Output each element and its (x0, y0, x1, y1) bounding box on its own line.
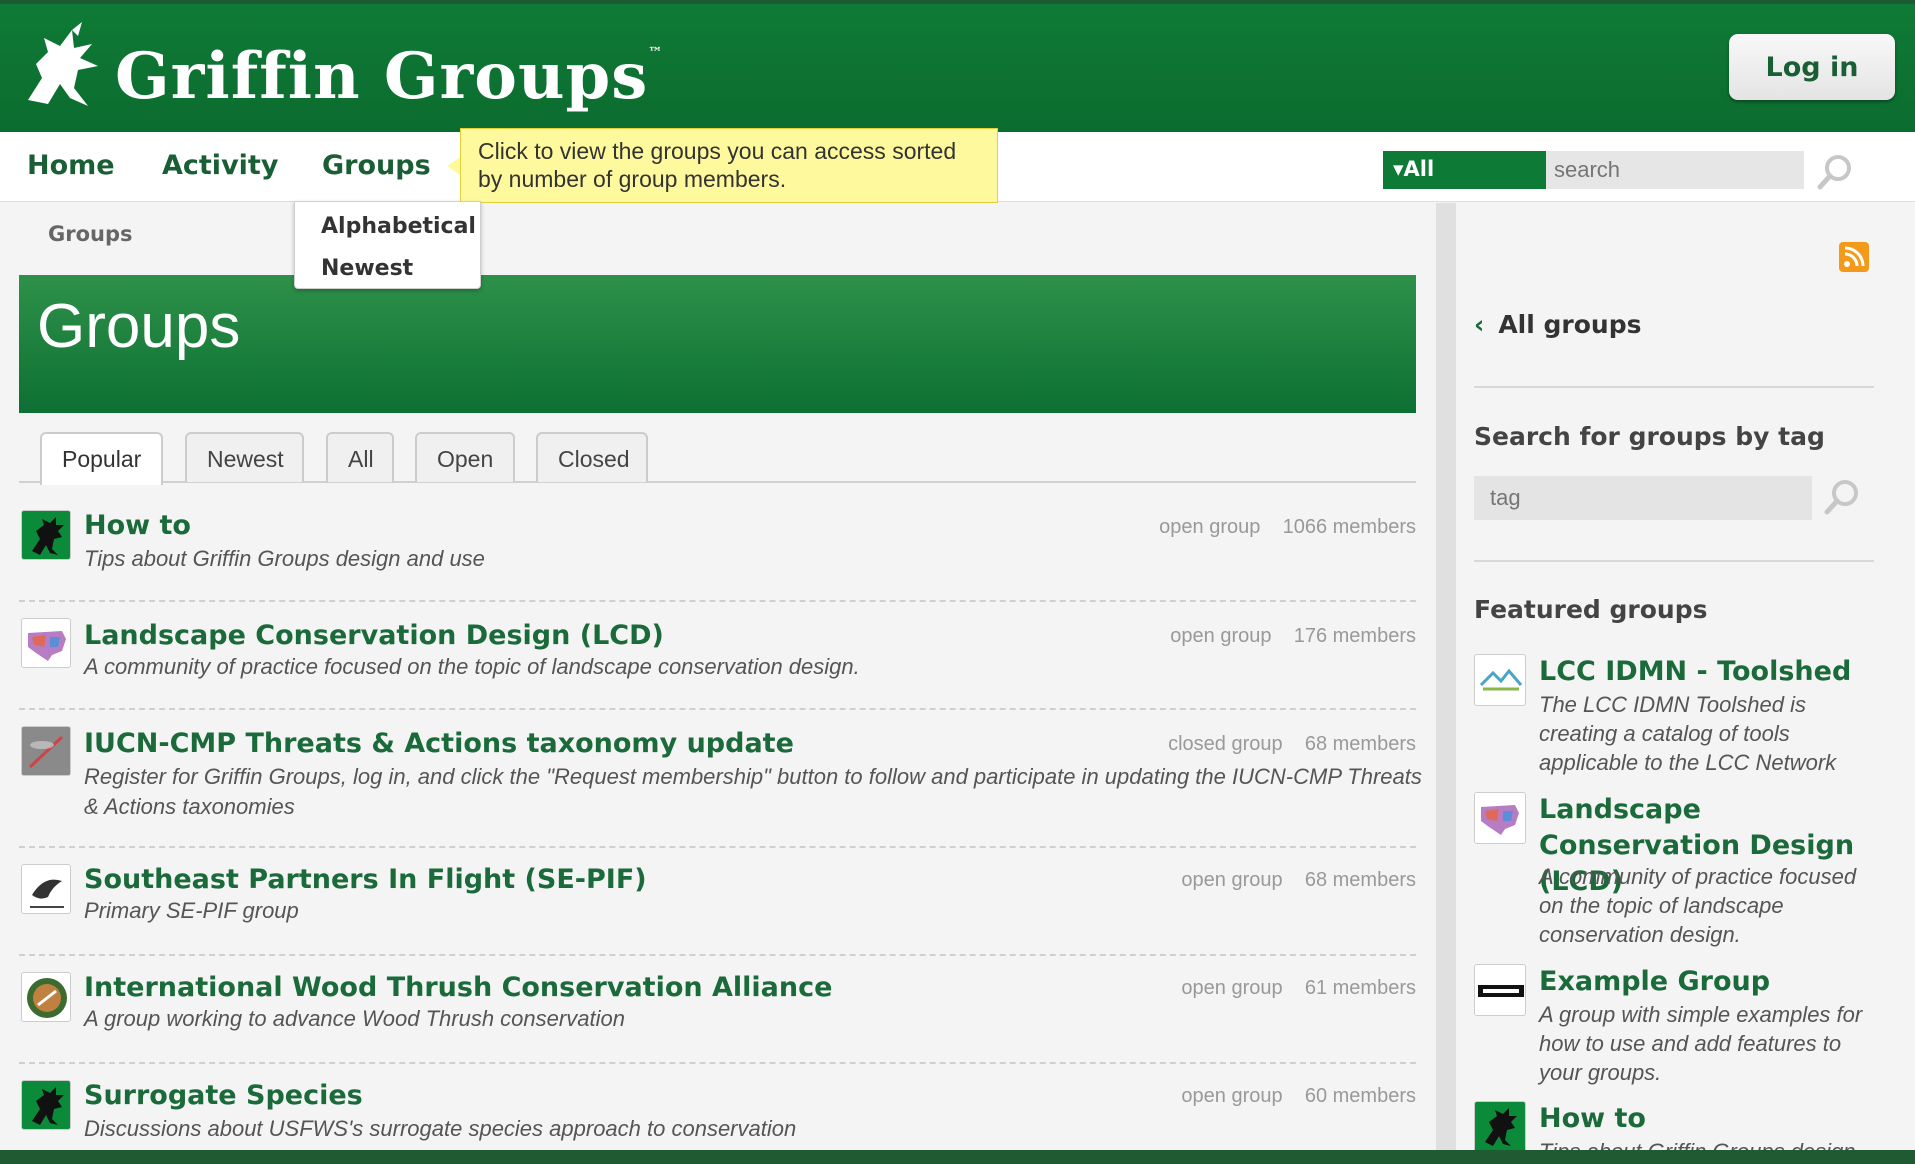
search-scope-select[interactable]: ▾All (1383, 151, 1546, 189)
group-desc: Tips about Griffin Groups design and use (84, 546, 485, 571)
page-title-bar: Groups (19, 275, 1416, 413)
featured-group-name[interactable]: How to (1539, 1101, 1879, 1137)
group-name[interactable]: Southeast Partners In Flight (SE-PIF) (84, 864, 647, 895)
group-status: open group (1170, 625, 1272, 647)
griffin-logo-icon (28, 21, 98, 106)
group-row: How to Tips about Griffin Groups design … (19, 510, 1416, 602)
group-members: 61 members (1304, 977, 1416, 999)
tab-all[interactable]: All (326, 432, 394, 482)
site-logo[interactable]: Griffin Groups™ (8, 10, 663, 125)
group-name[interactable]: How to (84, 510, 191, 541)
group-members: 68 members (1304, 733, 1416, 755)
group-desc: Primary SE-PIF group (84, 898, 299, 923)
all-groups-link[interactable]: ‹ All groups (1474, 310, 1641, 339)
featured-groups-heading: Featured groups (1474, 595, 1708, 624)
group-meta: open group 176 members (1170, 625, 1416, 648)
search-input[interactable] (1546, 151, 1804, 189)
group-status: closed group (1168, 733, 1283, 755)
groups-tooltip: Click to view the groups you can access … (460, 128, 998, 203)
featured-group-item: LCC IDMN - Toolshed The LCC IDMN Toolshe… (1474, 654, 1884, 784)
featured-group-desc: The LCC IDMN Toolshed is creating a cata… (1539, 692, 1837, 775)
featured-group-item: Example Group A group with simple exampl… (1474, 964, 1884, 1094)
mountains-logo-icon[interactable] (1474, 654, 1526, 706)
group-meta: open group 60 members (1181, 1085, 1416, 1108)
tab-open[interactable]: Open (415, 432, 515, 482)
featured-group-name[interactable]: LCC IDMN - Toolshed (1539, 654, 1879, 690)
group-name[interactable]: International Wood Thrush Conservation A… (84, 972, 832, 1003)
dragonfly-icon[interactable] (21, 726, 71, 776)
group-members: 1066 members (1282, 516, 1416, 538)
group-meta: closed group 68 members (1168, 733, 1416, 756)
login-button[interactable]: Log in (1729, 34, 1895, 100)
sidebar-divider (1474, 386, 1874, 388)
group-members: 68 members (1304, 869, 1416, 891)
group-status: open group (1159, 516, 1261, 538)
tab-closed[interactable]: Closed (536, 432, 648, 482)
groups-dropdown-menu: Alphabetical Newest (294, 201, 481, 289)
group-row: Surrogate Species Discussions about USFW… (19, 1080, 1416, 1160)
featured-group-name[interactable]: Example Group (1539, 964, 1879, 1000)
search-icon[interactable] (1815, 152, 1855, 192)
page-title: Groups (37, 292, 241, 361)
logo-text: Griffin Groups™ (115, 39, 664, 114)
column-divider (1436, 203, 1456, 1164)
group-name[interactable]: IUCN-CMP Threats & Actions taxonomy upda… (84, 728, 794, 759)
griffin-icon[interactable] (1474, 1101, 1526, 1150)
group-name[interactable]: Landscape Conservation Design (LCD) (84, 620, 664, 651)
site-header: Griffin Groups™ Log in (0, 0, 1915, 132)
featured-group-item: Landscape Conservation Design (LCD) A co… (1474, 792, 1884, 952)
breadcrumb[interactable]: Groups (48, 222, 133, 246)
tag-search-input[interactable] (1474, 476, 1812, 520)
tag-search-heading: Search for groups by tag (1474, 422, 1825, 451)
group-desc: Discussions about USFWS's surrogate spec… (84, 1116, 797, 1141)
search-icon[interactable] (1822, 477, 1862, 517)
group-row: IUCN-CMP Threats & Actions taxonomy upda… (19, 726, 1422, 848)
dropdown-item-newest[interactable]: Newest (321, 256, 413, 281)
group-meta: open group 1066 members (1159, 516, 1416, 539)
group-members: 60 members (1304, 1085, 1416, 1107)
group-status: open group (1181, 869, 1283, 891)
group-meta: open group 68 members (1181, 869, 1416, 892)
bird-logo-icon[interactable] (21, 864, 71, 914)
tab-newest[interactable]: Newest (185, 432, 304, 482)
featured-group-item: How to Tips about Griffin Groups design (1474, 1101, 1884, 1150)
group-desc: Register for Griffin Groups, log in, and… (84, 764, 1422, 819)
featured-group-desc: A community of practice focused on the t… (1539, 864, 1857, 947)
group-desc: A community of practice focused on the t… (84, 654, 860, 679)
group-status: open group (1181, 1085, 1283, 1107)
group-row: Southeast Partners In Flight (SE-PIF) Pr… (19, 864, 1416, 956)
featured-group-desc: Tips about Griffin Groups design (1539, 1137, 1884, 1150)
tab-popular[interactable]: Popular (40, 432, 163, 485)
chevron-left-icon: ‹ (1474, 310, 1485, 339)
app-root: { "header": { "logo_text": "Griffin Grou… (0, 0, 1915, 1164)
nav-activity[interactable]: Activity (162, 150, 278, 181)
nav-groups[interactable]: Groups (322, 150, 431, 181)
dropdown-item-alphabetical[interactable]: Alphabetical (321, 214, 476, 239)
group-status: open group (1181, 977, 1283, 999)
griffin-icon[interactable] (21, 1080, 71, 1130)
featured-group-desc: A group with simple examples for how to … (1539, 1002, 1863, 1085)
group-members: 176 members (1293, 625, 1416, 647)
us-map-icon[interactable] (1474, 792, 1526, 844)
thrush-icon[interactable] (21, 972, 71, 1022)
group-row: Landscape Conservation Design (LCD) A co… (19, 618, 1416, 710)
rss-feed-icon[interactable] (1839, 242, 1869, 272)
bottom-border (0, 1150, 1915, 1164)
group-desc: A group working to advance Wood Thrush c… (84, 1006, 625, 1031)
us-map-icon[interactable] (21, 618, 71, 668)
group-meta: open group 61 members (1181, 977, 1416, 1000)
group-name[interactable]: Surrogate Species (84, 1080, 363, 1111)
tooltip-arrow (447, 157, 460, 175)
griffin-icon[interactable] (21, 510, 71, 560)
nav-home[interactable]: Home (27, 150, 115, 181)
example-badge-icon[interactable] (1474, 964, 1526, 1016)
group-row: International Wood Thrush Conservation A… (19, 972, 1416, 1064)
sidebar-divider (1474, 560, 1874, 562)
